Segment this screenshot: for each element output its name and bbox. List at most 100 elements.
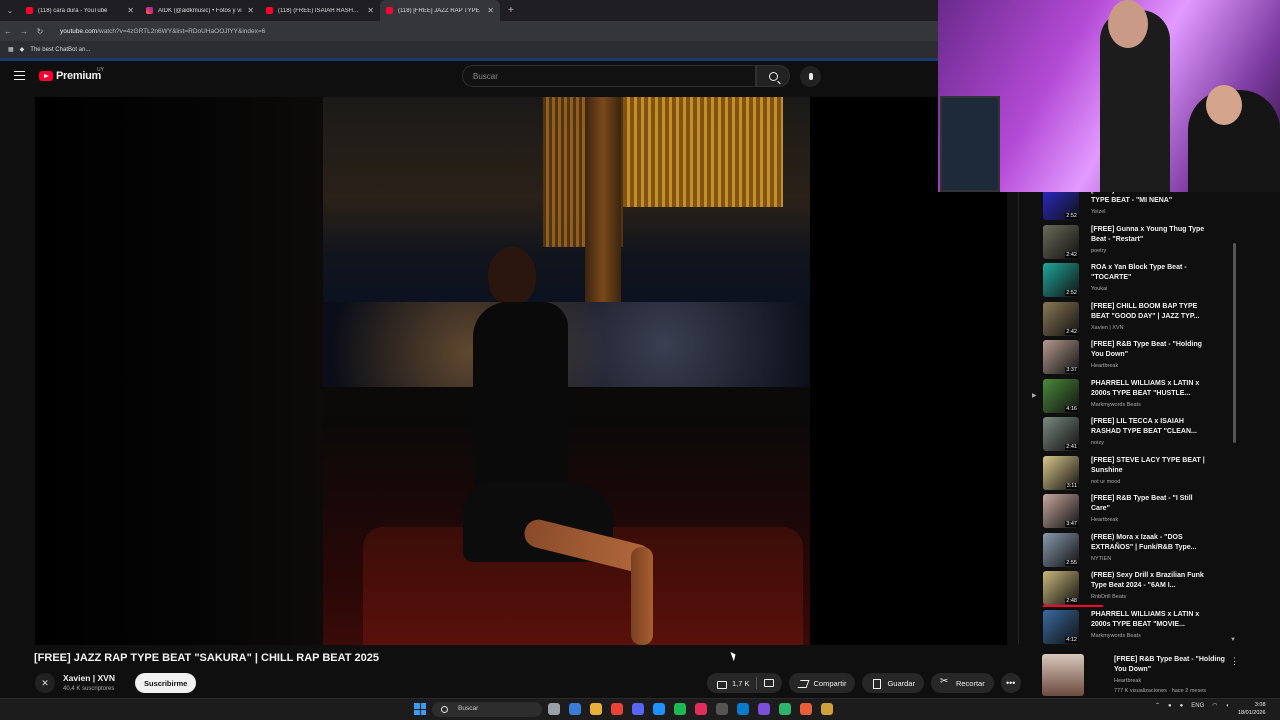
- taskbar-app-icon[interactable]: [569, 703, 581, 715]
- apps-icon[interactable]: ▦: [8, 46, 14, 53]
- country-code: UY: [97, 67, 104, 73]
- tray-app2-icon[interactable]: ●: [1180, 703, 1184, 709]
- playlist-item[interactable]: ▶ 4:16 PHARRELL WILLIAMS x LATIN x 2000s T…: [1019, 378, 1240, 416]
- playlist-index: ▶: [1032, 392, 1037, 399]
- kebab-menu-icon[interactable]: ⋮: [1230, 656, 1239, 667]
- playlist-item[interactable]: 2:52 [FREE] PLUG x REGGAETON TYPE BEAT - …: [1019, 192, 1240, 223]
- tray-app-icon[interactable]: ●: [1168, 703, 1172, 709]
- playlist-item[interactable]: 2:41 [FREE] LIL TECCA x ISAIAH RASHAD TYP…: [1019, 416, 1240, 454]
- browser-tab-bar: ⌄ (118) cara dura - YouTube ✕ AIDK (@aidkm…: [0, 0, 940, 21]
- reload-icon[interactable]: ↻: [32, 27, 48, 36]
- recommended-title[interactable]: [FREE] R&B Type Beat - "Holding You Down…: [1114, 655, 1234, 675]
- clock[interactable]: 3:08 18/01/2026: [1238, 701, 1266, 717]
- youtube-favicon-icon: [26, 7, 33, 14]
- search-button[interactable]: [756, 65, 790, 87]
- close-tab-icon[interactable]: ✕: [367, 6, 374, 15]
- taskbar-app-icon[interactable]: [737, 703, 749, 715]
- playlist-item[interactable]: 2:42 [FREE] CHILL BOOM BAP TYPE BEAT "GOO…: [1019, 301, 1240, 339]
- taskbar-app-icon[interactable]: [821, 703, 833, 715]
- playlist-item[interactable]: 2:48 (FREE) Sexy Drill x Brazilian Funk T…: [1019, 570, 1240, 608]
- channel-name[interactable]: Xavien | XVN: [63, 673, 115, 683]
- playlist-title[interactable]: [FREE] CHILL BOOM BAP TYPE BEAT "GOOD DA…: [1091, 302, 1205, 322]
- close-tab-icon[interactable]: ✕: [487, 6, 494, 15]
- bookmark-chatbot[interactable]: The best ChatBot an...: [30, 47, 90, 53]
- close-tab-icon[interactable]: ✕: [247, 6, 254, 15]
- playlist-title[interactable]: ROA x Yan Block Type Beat - "TOCARTE": [1091, 263, 1205, 283]
- playlist-title[interactable]: [FREE] R&B Type Beat - "I Still Care": [1091, 494, 1205, 514]
- video-player[interactable]: [35, 97, 1007, 645]
- address-bar[interactable]: youtube.com/watch?v=4zGRTL2n6WY&list=RDo…: [54, 28, 934, 35]
- playlist-thumbnail[interactable]: 2:52: [1043, 192, 1079, 220]
- playlist-scrollbar[interactable]: [1233, 243, 1236, 443]
- taskbar-app-icon[interactable]: [632, 703, 644, 715]
- taskbar-app-icon[interactable]: [716, 703, 728, 715]
- hamburger-menu-icon[interactable]: [14, 71, 25, 80]
- taskbar-app-icon[interactable]: [548, 703, 560, 715]
- playlist-thumbnail[interactable]: 2:42: [1043, 301, 1079, 336]
- clip-button[interactable]: Recortar: [930, 673, 994, 693]
- taskbar-app-icon[interactable]: [779, 703, 791, 715]
- volume-icon[interactable]: ◖: [1226, 703, 1230, 709]
- playlist-title[interactable]: (FREE) Mora x Izaak - "DOS EXTRAÑOS" | F…: [1091, 533, 1205, 553]
- playlist-thumbnail[interactable]: 3:47: [1043, 494, 1079, 528]
- recommended-thumbnail[interactable]: [1042, 654, 1084, 696]
- playlist-thumbnail[interactable]: 2:41: [1043, 417, 1079, 451]
- taskbar-app-icon[interactable]: [800, 703, 812, 715]
- back-icon[interactable]: ←: [0, 27, 16, 36]
- new-tab-button[interactable]: +: [500, 5, 522, 16]
- playlist-item[interactable]: 2:42 [FREE] Gunna x Young Thug Type Beat …: [1019, 224, 1240, 262]
- playlist-item[interactable]: 2:55 (FREE) Mora x Izaak - "DOS EXTRAÑOS"…: [1019, 532, 1240, 570]
- playlist-thumbnail[interactable]: 2:48: [1043, 571, 1079, 605]
- taskbar-app-icon[interactable]: [653, 703, 665, 715]
- playlist-thumbnail[interactable]: 3:37: [1043, 340, 1079, 374]
- close-tab-icon[interactable]: ✕: [127, 6, 134, 15]
- taskbar-app-icon[interactable]: [674, 703, 686, 715]
- playlist-item[interactable]: 3:47 [FREE] R&B Type Beat - "I Still Care…: [1019, 493, 1240, 531]
- tab-search-icon[interactable]: ⌄: [0, 6, 20, 15]
- save-button[interactable]: Guardar: [862, 673, 924, 693]
- scroll-down-icon[interactable]: ▼: [1230, 637, 1236, 643]
- playlist-item[interactable]: 3:37 [FREE] R&B Type Beat - "Holding You …: [1019, 339, 1240, 377]
- youtube-premium-logo[interactable]: Premium UY: [39, 67, 104, 82]
- taskbar-search[interactable]: Buscar: [432, 702, 542, 717]
- taskbar-app-icon[interactable]: [590, 703, 602, 715]
- taskbar-app-icon[interactable]: [758, 703, 770, 715]
- playlist-item[interactable]: 4:12 PHARRELL WILLIAMS x LATIN x 2000s TY…: [1019, 609, 1240, 645]
- playlist-thumbnail[interactable]: 2:52: [1043, 263, 1079, 297]
- windows-start-icon[interactable]: [414, 703, 426, 715]
- taskbar-app-icon[interactable]: [611, 703, 623, 715]
- playlist-item[interactable]: 3:11 [FREE] STEVE LACY TYPE BEAT | Sunshi…: [1019, 455, 1240, 493]
- playlist-title[interactable]: [FREE] PLUG x REGGAETON TYPE BEAT - "MI …: [1091, 192, 1205, 206]
- playlist-thumbnail[interactable]: 4:16: [1043, 378, 1079, 413]
- playlist-thumbnail[interactable]: 4:12: [1043, 609, 1079, 644]
- channel-avatar[interactable]: ✕: [35, 673, 55, 693]
- playlist-thumbnail[interactable]: 2:42: [1043, 224, 1079, 259]
- browser-tab[interactable]: (118) cara dura - YouTube ✕: [20, 0, 140, 21]
- taskbar-app-icon[interactable]: [695, 703, 707, 715]
- voice-search-button[interactable]: [800, 66, 821, 87]
- share-button[interactable]: Compartir: [788, 673, 856, 693]
- playlist-item[interactable]: 2:52 ROA x Yan Block Type Beat - "TOCARTE…: [1019, 262, 1240, 300]
- like-button[interactable]: 1,7 K: [707, 673, 782, 693]
- browser-tab[interactable]: (118) (FREE) ISAIAH RASHAD T ✕: [260, 0, 380, 21]
- playlist-thumbnail[interactable]: 2:55: [1043, 532, 1079, 567]
- browser-tab[interactable]: (118) [FREE] JAZZ RAP TYPE ✕: [380, 0, 500, 21]
- playlist-title[interactable]: [FREE] R&B Type Beat - "Holding You Down…: [1091, 340, 1205, 360]
- subscribe-button[interactable]: Suscribirme: [135, 673, 197, 693]
- language-indicator[interactable]: ENG: [1191, 703, 1204, 709]
- playlist-title[interactable]: [FREE] LIL TECCA x ISAIAH RASHAD TYPE BE…: [1091, 417, 1205, 437]
- browser-tab[interactable]: AIDK (@aidkmusic) • Fotos y vi ✕: [140, 0, 260, 21]
- forward-icon[interactable]: →: [16, 27, 32, 36]
- playlist-thumbnail[interactable]: 3:11: [1043, 455, 1079, 490]
- recommended-video[interactable]: [FREE] R&B Type Beat - "Holding You Down…: [1018, 652, 1280, 698]
- playlist-title[interactable]: [FREE] Gunna x Young Thug Type Beat - "R…: [1091, 225, 1205, 245]
- playlist-title[interactable]: [FREE] STEVE LACY TYPE BEAT | Sunshine: [1091, 456, 1205, 476]
- wifi-icon[interactable]: ◠: [1212, 702, 1217, 709]
- playlist-title[interactable]: PHARRELL WILLIAMS x LATIN x 2000s TYPE B…: [1091, 379, 1205, 399]
- search-input[interactable]: Buscar: [462, 65, 756, 87]
- playlist-title[interactable]: PHARRELL WILLIAMS x LATIN x 2000s TYPE B…: [1091, 610, 1205, 630]
- tray-chevron-icon[interactable]: ⌃: [1155, 702, 1160, 709]
- tab-title: (118) cara dura - YouTube: [38, 7, 108, 14]
- thumbs-down-icon[interactable]: [763, 678, 774, 688]
- playlist-title[interactable]: (FREE) Sexy Drill x Brazilian Funk Type …: [1091, 571, 1205, 591]
